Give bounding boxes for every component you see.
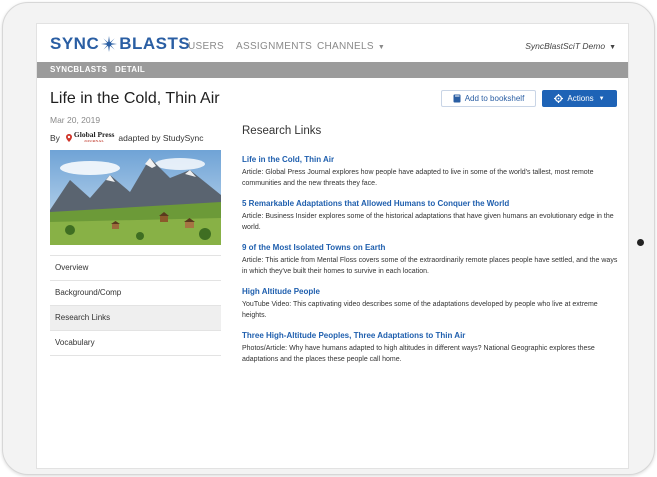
nav-users[interactable]: USERS [188,41,224,52]
sunburst-icon [101,36,118,52]
sidebar-item-vocabulary[interactable]: Vocabulary [50,330,221,356]
mountain-landscape-image [50,150,221,245]
research-link[interactable]: Life in the Cold, Thin Air [242,155,620,164]
nav-channels-label: CHANNELS [317,41,374,52]
research-link-description: Article: Global Press Journal explores h… [242,169,594,187]
breadcrumb: SYNCBLASTS › DETAIL [37,62,628,78]
global-press-logo: Global Press JOURNAL [65,131,114,145]
article-image [50,150,221,245]
research-link[interactable]: 9 of the Most Isolated Towns on Earth [242,243,620,252]
sidebar-item-background-comp[interactable]: Background/Comp [50,280,221,305]
research-link-description: Article: Business Insider explores some … [242,213,614,231]
nav-assignments[interactable]: ASSIGNMENTS [236,41,312,52]
home-button[interactable] [637,239,644,246]
chevron-down-icon: ▼ [377,44,386,51]
user-menu[interactable]: SyncBlastSciT Demo ▼ [525,41,616,51]
syncblasts-logo[interactable]: SYNC BLASTS [50,34,190,54]
book-icon [453,94,461,103]
gear-icon [554,94,564,103]
top-navbar: SYNC BLASTS USERS ASSIGNMENTS CHANNELS ▼… [37,24,628,62]
research-link[interactable]: High Altitude People [242,287,620,296]
list-item: 9 of the Most Isolated Towns on Earth Ar… [242,243,620,277]
breadcrumb-root[interactable]: SYNCBLASTS [50,65,107,74]
research-links-heading: Research Links [242,125,322,137]
actions-button[interactable]: Actions ▼ [542,90,617,107]
breadcrumb-current: DETAIL [115,65,146,74]
tablet-frame: SYNC BLASTS USERS ASSIGNMENTS CHANNELS ▼… [2,2,655,475]
app-screen: SYNC BLASTS USERS ASSIGNMENTS CHANNELS ▼… [36,23,629,469]
article-sidebar-nav: Overview Background/Comp Research Links … [50,255,221,356]
research-link-description: Photos/Article: Why have humans adapted … [242,345,595,363]
research-links-list: Life in the Cold, Thin Air Article: Glob… [242,155,620,375]
page-title: Life in the Cold, Thin Air [50,90,220,107]
byline-adapted: adapted by StudySync [118,133,204,143]
list-item: High Altitude People YouTube Video: This… [242,287,620,321]
breadcrumb-separator-icon: › [104,65,107,74]
list-item: 5 Remarkable Adaptations that Allowed Hu… [242,199,620,233]
nav-channels[interactable]: CHANNELS ▼ [317,41,385,52]
research-link[interactable]: Three High-Altitude Peoples, Three Adapt… [242,331,620,340]
chevron-down-icon: ▼ [609,44,616,51]
list-item: Life in the Cold, Thin Air Article: Glob… [242,155,620,189]
map-pin-icon [65,134,72,142]
user-menu-label: SyncBlastSciT Demo [525,41,606,51]
actions-label: Actions [567,94,594,103]
publish-date: Mar 20, 2019 [50,115,101,125]
sidebar-item-research-links[interactable]: Research Links [50,305,221,330]
logo-text-left: SYNC [50,34,100,53]
research-link-description: YouTube Video: This captivating video de… [242,301,598,319]
logo-text-right: BLASTS [119,34,191,53]
list-item: Three High-Altitude Peoples, Three Adapt… [242,331,620,365]
sidebar-item-overview[interactable]: Overview [50,255,221,280]
byline: By Global Press JOURNAL adapted by StudyS… [50,131,203,145]
publisher-sub: JOURNAL [83,139,105,143]
chevron-down-icon: ▼ [598,95,605,102]
add-to-bookshelf-button[interactable]: Add to bookshelf [441,90,536,107]
add-to-bookshelf-label: Add to bookshelf [464,94,525,103]
research-link[interactable]: 5 Remarkable Adaptations that Allowed Hu… [242,199,620,208]
research-link-description: Article: This article from Mental Floss … [242,257,618,275]
byline-by: By [50,133,60,143]
